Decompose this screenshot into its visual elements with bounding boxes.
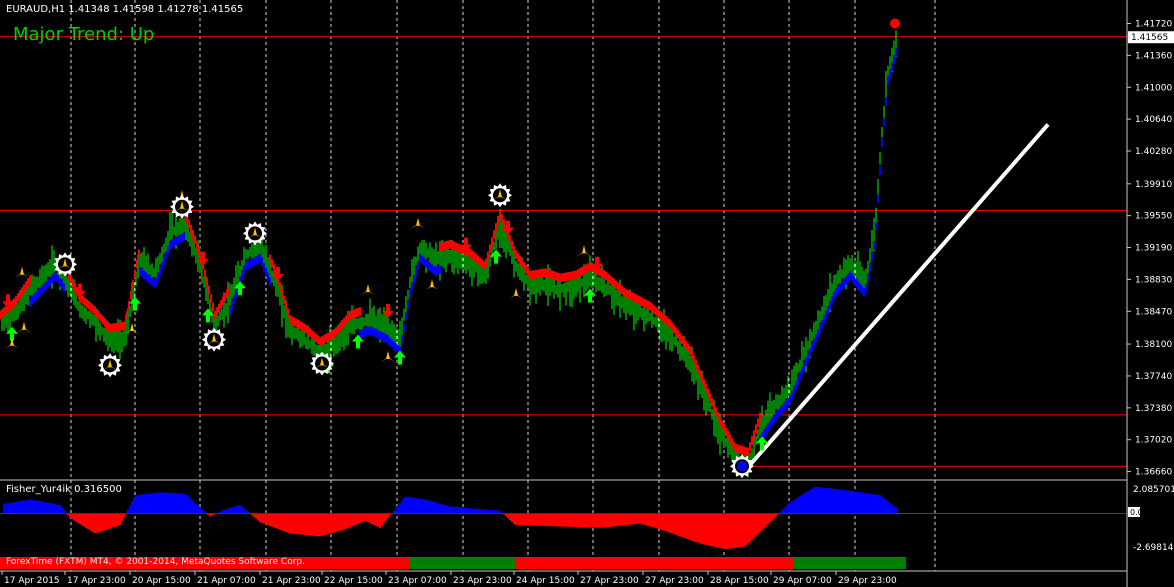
- current-price-dot: [890, 18, 900, 29]
- time-tick-label: 27 Apr 23:00: [645, 576, 704, 586]
- price-tick-label: 1.38830: [1135, 275, 1172, 285]
- time-tick-label: 28 Apr 15:00: [710, 576, 769, 586]
- time-tick-label: 24 Apr 15:00: [516, 576, 575, 586]
- price-tick-label: 1.41720: [1135, 20, 1172, 30]
- time-tick-label: 29 Apr 23:00: [838, 576, 897, 586]
- price-tick-label: 1.37740: [1135, 372, 1172, 382]
- major-trend-label: Major Trend: Up: [13, 24, 155, 45]
- low-point-dot: [737, 461, 747, 472]
- price-tick-label: 1.39550: [1135, 212, 1172, 222]
- price-tick-label: 1.41360: [1135, 51, 1172, 61]
- time-tick-label: 27 Apr 23:00: [580, 576, 639, 586]
- price-tick-label: 1.41000: [1135, 83, 1172, 93]
- fisher-indicator-title: Fisher_Yur4ik 0.316500: [6, 484, 122, 495]
- time-tick-label: 29 Apr 07:00: [773, 576, 832, 586]
- time-tick-label: 22 Apr 15:00: [324, 576, 383, 586]
- trend-bar-segment: [516, 557, 793, 569]
- price-scale[interactable]: 1.41720 1.41360 1.41000 1.40640 1.40280 1.399…: [1127, 20, 1174, 478]
- time-tick-label: 23 Apr 07:00: [388, 576, 447, 586]
- time-tick-label: 23 Apr 23:00: [453, 576, 512, 586]
- trend-bar-segment: [410, 557, 516, 569]
- fisher-scale-bottom: -2.698147: [1133, 543, 1174, 553]
- price-tick-label: 1.37020: [1135, 436, 1172, 446]
- price-tick-label: 1.40280: [1135, 147, 1172, 157]
- time-tick-label: 17 Apr 2015: [4, 576, 60, 586]
- copyright-footer: ForexTime (FXTM) MT4, © 2001-2014, MetaQ…: [6, 557, 305, 567]
- symbol-header: EURAUD,H1 1.41348 1.41598 1.41278 1.4156…: [6, 4, 244, 15]
- chart-root: 1.41720 1.41360 1.41000 1.40640 1.40280 1.399…: [0, 0, 1174, 587]
- price-tick-label: 1.38100: [1135, 340, 1172, 350]
- trend-bar-segment: [793, 557, 906, 569]
- fisher-scale-top: 2.085701: [1133, 485, 1174, 495]
- time-tick-label: 17 Apr 23:00: [67, 576, 126, 586]
- time-tick-label: 20 Apr 15:00: [132, 576, 191, 586]
- price-tick-label: 1.36660: [1135, 468, 1172, 478]
- time-tick-label: 21 Apr 07:00: [197, 576, 256, 586]
- price-tick-label: 1.40640: [1135, 115, 1172, 125]
- price-tick-label: 1.39910: [1135, 180, 1172, 190]
- fisher-scale-zero: 0.00: [1130, 508, 1148, 517]
- last-price-label: 1.41565: [1131, 33, 1168, 43]
- price-tick-label: 1.39190: [1135, 244, 1172, 254]
- price-tick-label: 1.38470: [1135, 307, 1172, 317]
- time-tick-label: 21 Apr 23:00: [262, 576, 321, 586]
- price-tick-label: 1.37380: [1135, 404, 1172, 414]
